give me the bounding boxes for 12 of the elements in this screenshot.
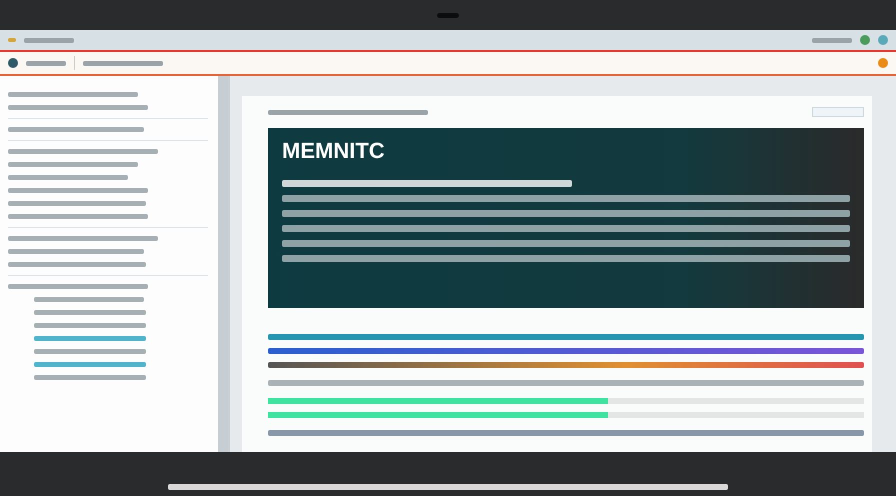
extension-icon[interactable] bbox=[878, 58, 888, 68]
tab-favicon-icon bbox=[8, 38, 16, 42]
scrollbar[interactable] bbox=[218, 76, 228, 452]
blurred-button[interactable] bbox=[812, 107, 864, 117]
site-icon bbox=[8, 58, 18, 68]
blurred-text-line bbox=[812, 38, 852, 42]
circle-icon[interactable] bbox=[860, 35, 870, 45]
blurred-text-line bbox=[26, 60, 66, 66]
banner-title: MEMNITC bbox=[282, 138, 386, 164]
camera-icon bbox=[437, 12, 459, 18]
blurred-tab-title bbox=[24, 38, 74, 42]
circle-icon[interactable] bbox=[878, 35, 888, 45]
